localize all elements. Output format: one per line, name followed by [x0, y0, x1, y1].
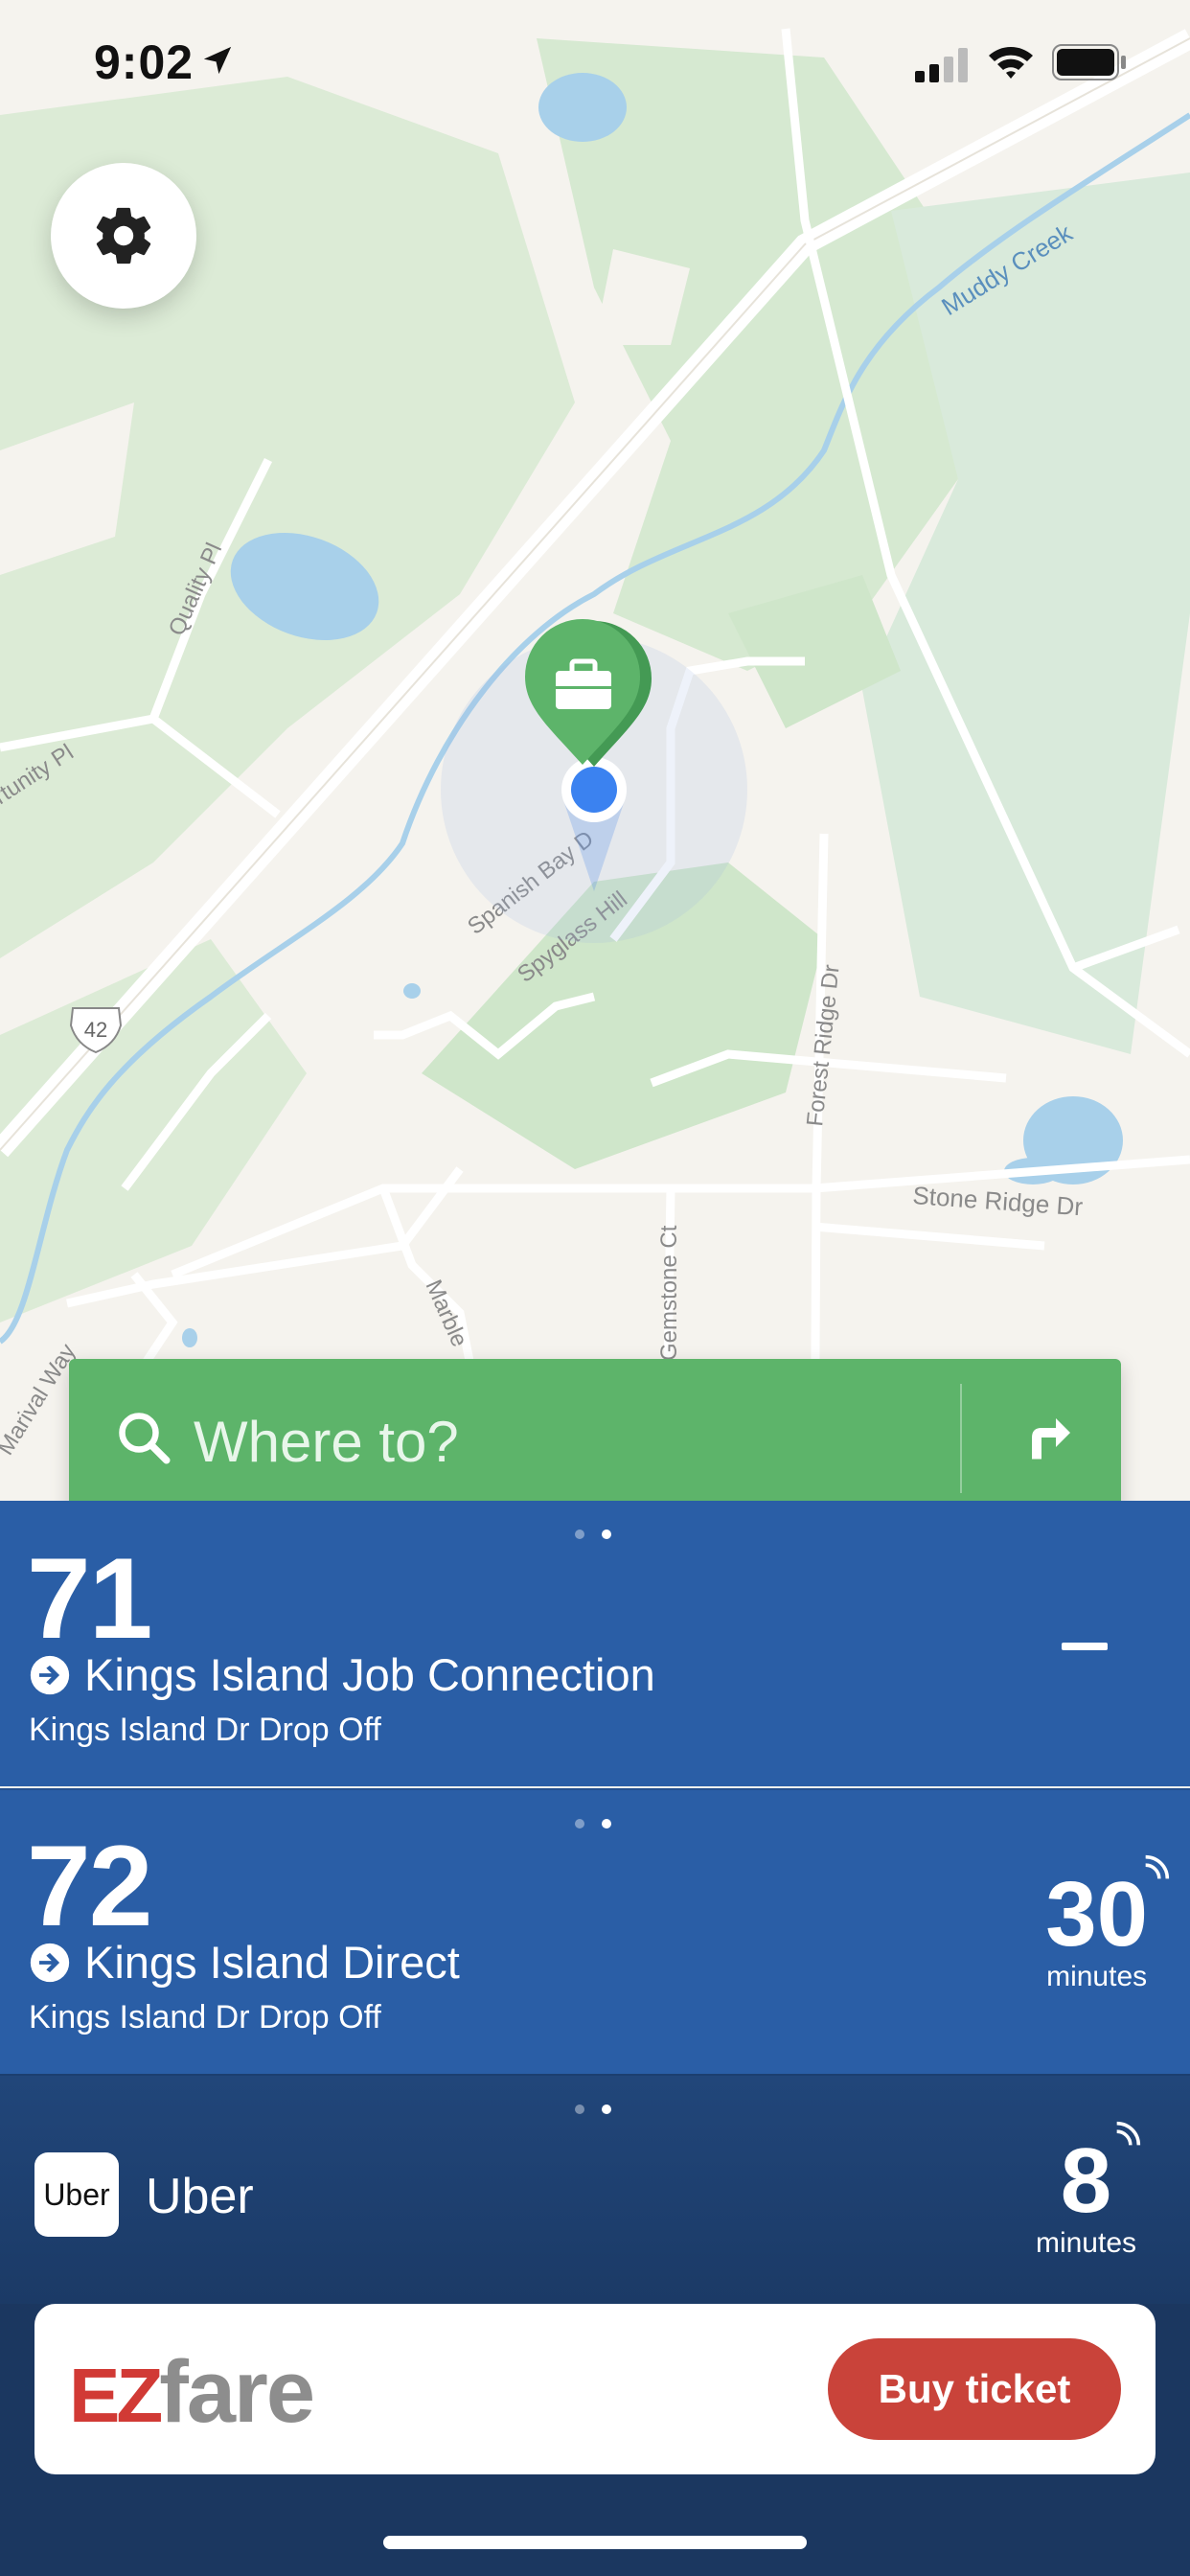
ezfare-logo: EZfare — [69, 2343, 315, 2441]
route-arrow-icon — [30, 1655, 70, 1694]
gear-icon — [96, 207, 151, 264]
search-bar[interactable]: Where to? — [69, 1359, 1121, 1518]
turn-right-icon[interactable] — [1018, 1409, 1075, 1466]
clock: 9:02 — [94, 35, 195, 89]
page-dots — [575, 1530, 613, 1541]
search-icon — [119, 1413, 171, 1464]
eta-none — [1062, 1643, 1108, 1650]
route-eta: 30 minutes — [1045, 1869, 1148, 1993]
battery-icon — [1052, 44, 1126, 80]
status-bar: 9:02 — [0, 0, 1190, 134]
route-number: 72 — [27, 1822, 152, 1950]
route-stop: Kings Island Dr Drop Off — [29, 1999, 381, 2036]
cellular-signal-icon — [915, 48, 968, 82]
page-dots — [575, 2104, 613, 2116]
eta-unit: minutes — [1046, 1961, 1148, 1992]
settings-button[interactable] — [51, 163, 196, 309]
uber-name: Uber — [146, 2169, 254, 2224]
location-arrow-icon — [203, 46, 232, 75]
route-number: 71 — [27, 1534, 152, 1663]
route-name: Kings Island Job Connection — [29, 1648, 655, 1701]
uber-card[interactable]: Uber Uber 8 minutes — [0, 2074, 1190, 2306]
route-card-71[interactable]: 71 Kings Island Job Connection Kings Isl… — [0, 1501, 1190, 1786]
realtime-signal-icon — [1116, 2121, 1141, 2146]
eta-unit: minutes — [1035, 2227, 1136, 2259]
ezfare-banner[interactable]: EZfare Buy ticket — [34, 2304, 1156, 2474]
route-card-72[interactable]: 72 Kings Island Direct Kings Island Dr D… — [0, 1788, 1190, 2076]
route-name: Kings Island Direct — [29, 1936, 460, 1989]
home-indicator[interactable] — [383, 2536, 807, 2549]
eta-minutes: 30 — [1045, 1863, 1148, 1966]
route-stop: Kings Island Dr Drop Off — [29, 1712, 381, 1748]
map-label-gemstone: Gemstone Ct — [656, 1225, 682, 1361]
search-divider — [960, 1384, 962, 1493]
svg-text:42: 42 — [84, 1018, 107, 1042]
page-dots — [575, 1819, 613, 1830]
uber-logo: Uber — [34, 2152, 119, 2237]
route-arrow-icon — [30, 1943, 70, 1982]
search-input[interactable]: Where to? — [194, 1409, 459, 1475]
uber-eta: 8 minutes — [1036, 2135, 1136, 2260]
buy-ticket-button[interactable]: Buy ticket — [828, 2338, 1121, 2440]
realtime-signal-icon — [1145, 1854, 1170, 1879]
wifi-icon — [989, 47, 1033, 79]
